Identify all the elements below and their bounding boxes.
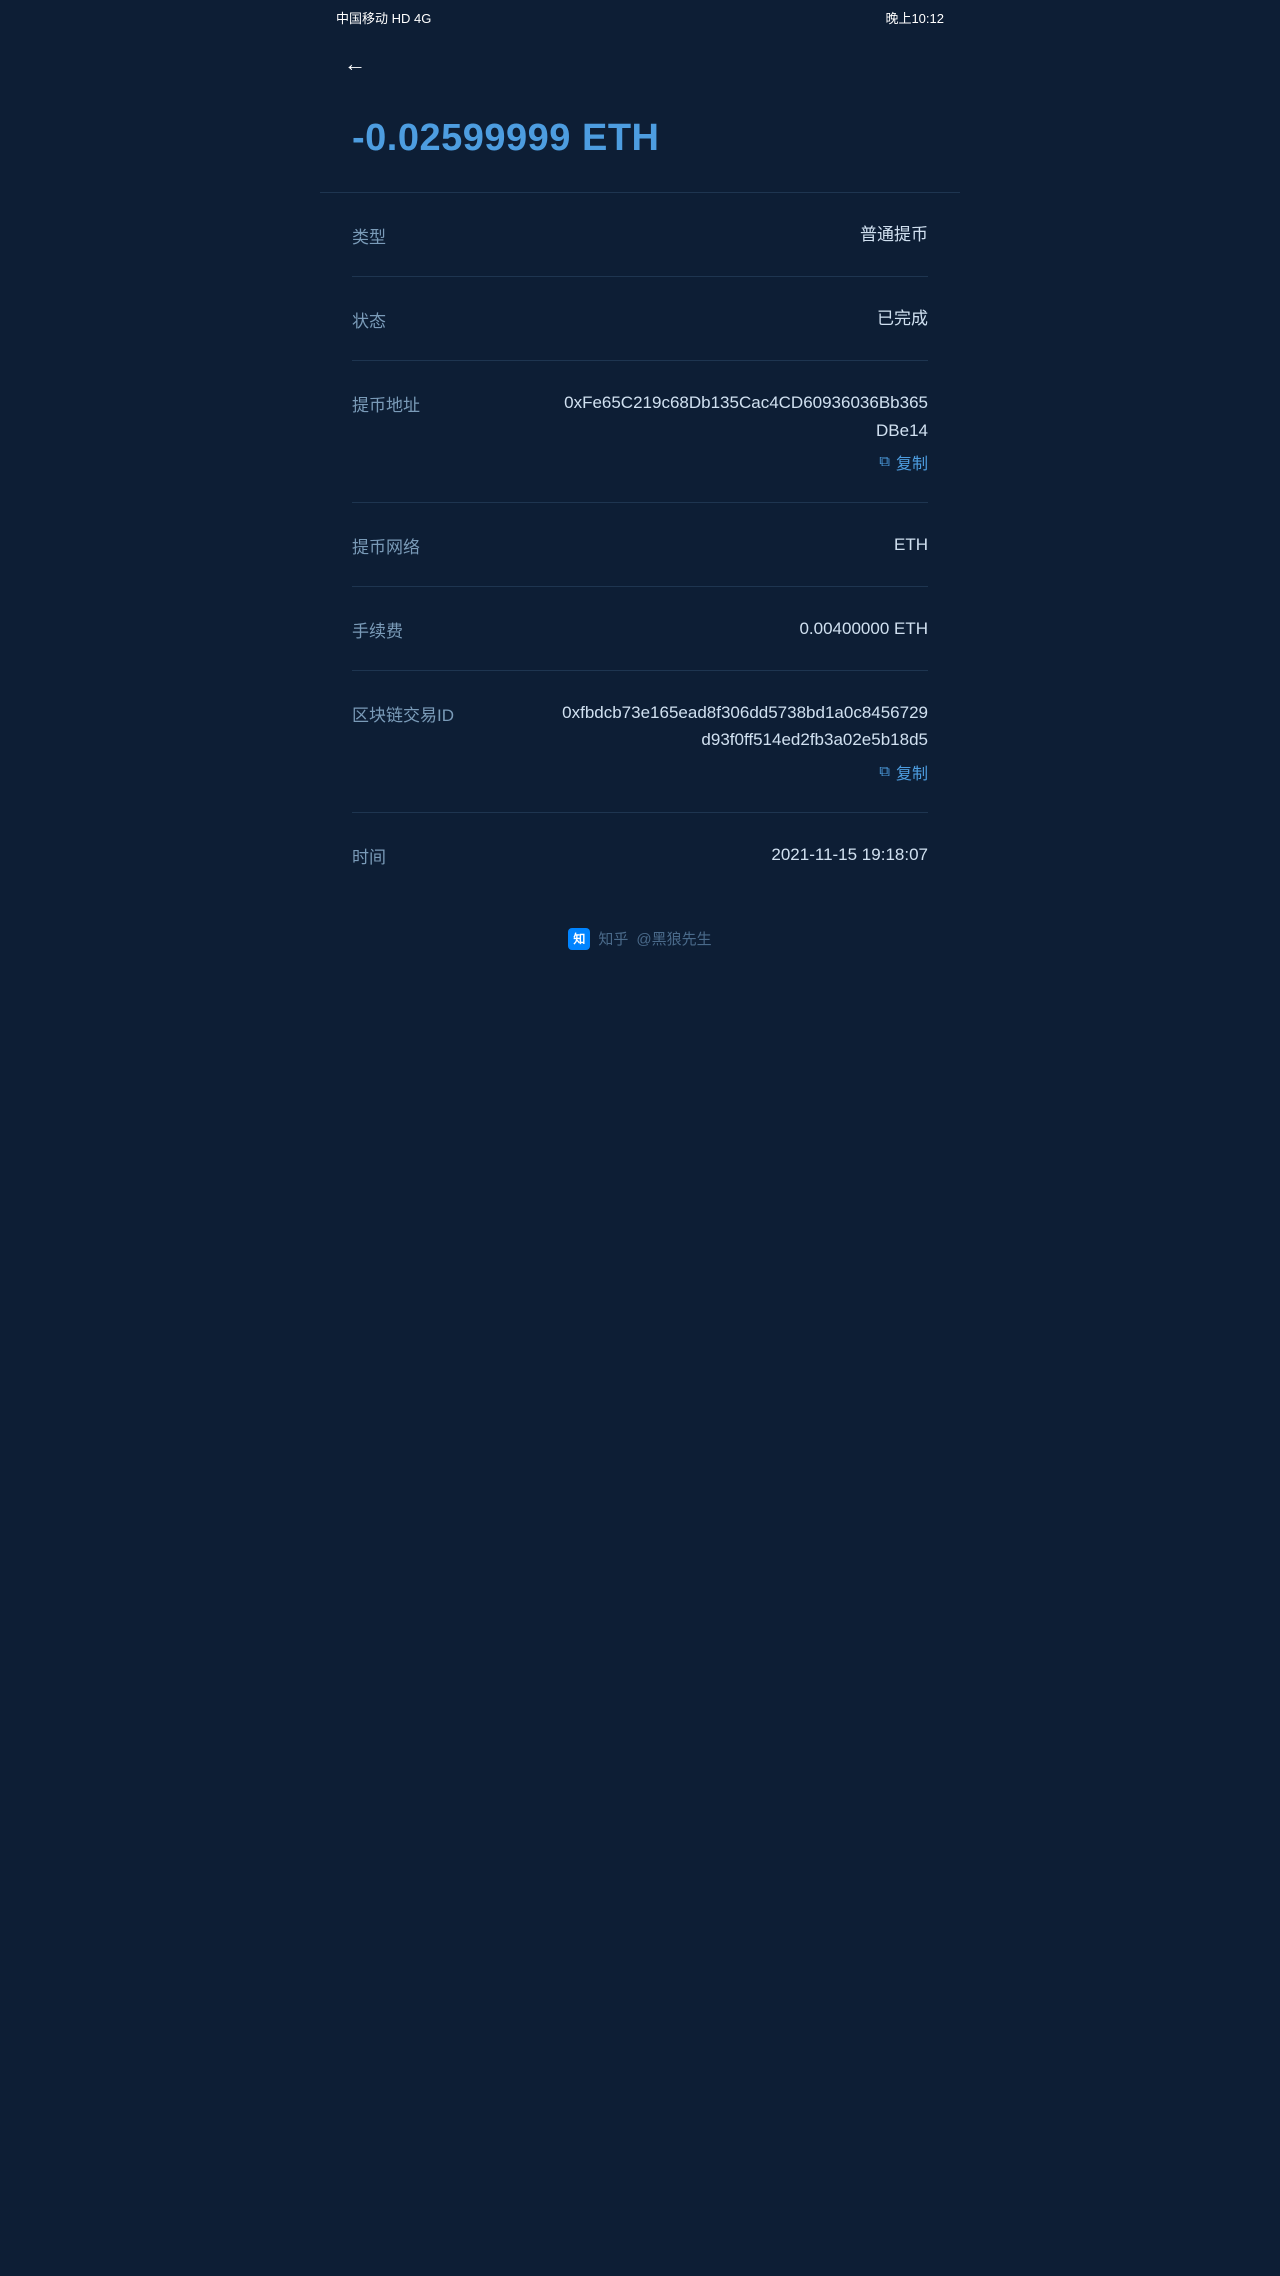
row-label-1: 状态 [352, 305, 386, 332]
back-button[interactable]: ← [344, 51, 366, 76]
row-value-wrap-2: 0xFe65C219c68Db135Cac4CD60936036Bb365DBe… [554, 389, 928, 473]
row-label-3: 提币网络 [352, 531, 420, 558]
row-label-6: 时间 [352, 841, 386, 868]
copy-button-2[interactable]: ⧉ 复制 [879, 450, 928, 474]
detail-row-2: 提币地址 0xFe65C219c68Db135Cac4CD60936036Bb36… [352, 361, 928, 502]
amount-value: -0.02599999 ETH [352, 117, 928, 160]
footer-watermark: 知 知乎 @黑狼先生 [320, 896, 960, 974]
row-value-6: 2021-11-15 19:18:07 [771, 841, 928, 868]
copy-icon-5: ⧉ [879, 763, 890, 780]
footer-author: @黑狼先生 [636, 928, 711, 949]
detail-row-1: 状态 已完成 [352, 277, 928, 361]
back-button-row: ← [320, 35, 960, 93]
row-address-text-2: 0xFe65C219c68Db135Cac4CD60936036Bb365DBe… [554, 389, 928, 443]
detail-row-5: 区块链交易ID 0xfbdcb73e165ead8f306dd5738bd1a0c… [352, 671, 928, 812]
row-label-5: 区块链交易ID [352, 699, 454, 726]
footer-platform: 知乎 [598, 928, 628, 949]
row-value-0: 普通提币 [860, 221, 928, 248]
detail-row-0: 类型 普通提币 [352, 193, 928, 277]
copy-icon-2: ⧉ [879, 453, 890, 470]
row-label-2: 提币地址 [352, 389, 420, 416]
carrier-text: 中国移动 HD 4G [336, 8, 431, 27]
time-text: 晚上10:12 [885, 8, 944, 27]
row-label-4: 手续费 [352, 615, 403, 642]
row-value-1: 已完成 [877, 305, 928, 332]
row-value-4: 0.00400000 ETH [799, 615, 928, 642]
copy-button-5[interactable]: ⧉ 复制 [879, 760, 928, 784]
detail-row-6: 时间 2021-11-15 19:18:07 [352, 813, 928, 896]
copy-label-2: 复制 [896, 450, 928, 474]
zhihu-logo-icon: 知 [568, 928, 590, 950]
amount-section: -0.02599999 ETH [320, 93, 960, 193]
row-label-0: 类型 [352, 221, 386, 248]
row-value-3: ETH [894, 531, 928, 558]
row-address-text-5: 0xfbdcb73e165ead8f306dd5738bd1a0c8456729… [554, 699, 928, 753]
detail-rows: 类型 普通提币状态 已完成提币地址 0xFe65C219c68Db135Cac4CD6… [320, 193, 960, 896]
row-value-wrap-5: 0xfbdcb73e165ead8f306dd5738bd1a0c8456729… [554, 699, 928, 783]
detail-row-3: 提币网络 ETH [352, 503, 928, 587]
detail-row-4: 手续费 0.00400000 ETH [352, 587, 928, 671]
copy-label-5: 复制 [896, 760, 928, 784]
status-bar: 中国移动 HD 4G 晚上10:12 [320, 0, 960, 35]
